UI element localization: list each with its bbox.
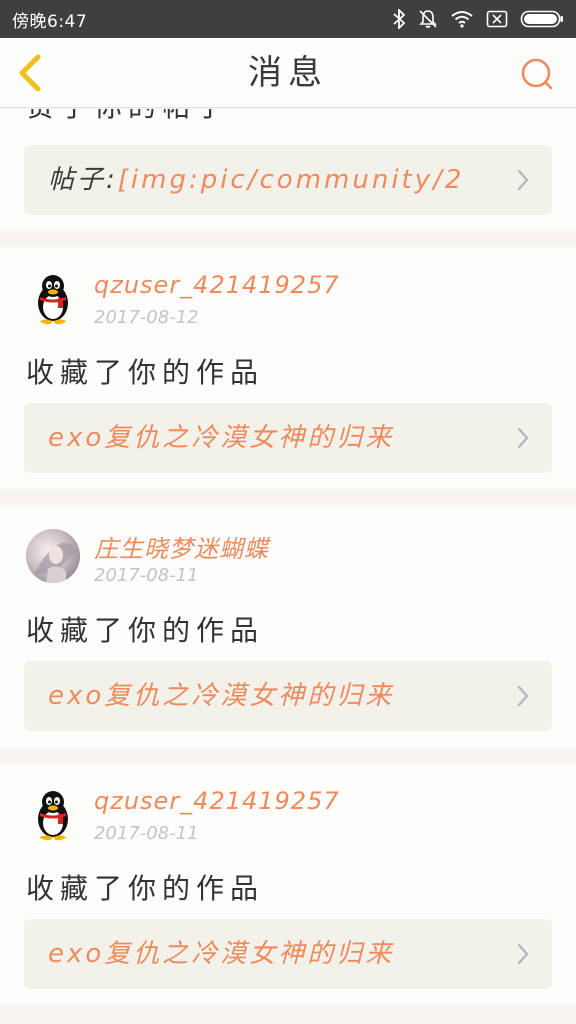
notification-date: 2017-08-11: [94, 823, 199, 844]
battery-icon: [520, 10, 563, 28]
post-link-text: 帖子:[img:pic/community/2: [48, 145, 464, 215]
status-bar: 傍晚6:47: [0, 0, 576, 38]
username[interactable]: qzuser_421419257: [94, 787, 340, 815]
status-time: 傍晚6:47: [12, 11, 88, 32]
chevron-right-icon: [517, 943, 529, 965]
mute-icon: [419, 10, 437, 28]
notification-action: 赞了你的帖子: [26, 109, 230, 125]
username[interactable]: 庄生晓梦迷蝴蝶: [94, 529, 269, 564]
photo-avatar: [26, 529, 80, 583]
work-link[interactable]: exo复仇之冷漠女神的归来: [24, 919, 552, 989]
avatar[interactable]: [26, 529, 80, 583]
username[interactable]: qzuser_421419257: [94, 271, 340, 299]
notification-card: 庄生晓梦迷蝴蝶 2017-08-11 收藏了你的作品 exo复仇之冷漠女神的归来: [0, 505, 576, 747]
notification-card: qzuser_421419257 2017-08-12 收藏了你的作品 exo复…: [0, 247, 576, 489]
work-link-text: exo复仇之冷漠女神的归来: [48, 939, 395, 969]
avatar[interactable]: [26, 787, 80, 841]
qq-penguin-avatar: [26, 271, 80, 325]
page-title: 消息: [248, 53, 328, 93]
notification-date: 2017-08-11: [94, 565, 199, 586]
notification-card: 赞了你的帖子 帖子:[img:pic/community/2: [0, 109, 576, 231]
notification-action: 收藏了你的作品: [26, 614, 265, 647]
work-link-text: exo复仇之冷漠女神的归来: [48, 423, 395, 453]
notification-card: qzuser_421419257 2017-08-11 收藏了你的作品 exo复…: [0, 763, 576, 1005]
notification-action: 收藏了你的作品: [26, 872, 265, 905]
search-button[interactable]: [520, 57, 554, 91]
qq-penguin-avatar: [26, 787, 80, 841]
notification-action: 收藏了你的作品: [26, 356, 265, 389]
post-link-value: [img:pic/community/2: [117, 165, 465, 195]
status-icons: [392, 9, 564, 29]
search-icon: [521, 58, 553, 90]
work-link[interactable]: exo复仇之冷漠女神的归来: [24, 403, 552, 473]
message-list[interactable]: 赞了你的帖子 帖子:[img:pic/community/2: [0, 109, 576, 1024]
bluetooth-icon: [393, 9, 406, 29]
post-link[interactable]: 帖子:[img:pic/community/2: [24, 145, 552, 215]
sim-icon: [486, 10, 508, 28]
wifi-icon: [451, 11, 473, 28]
chevron-right-icon: [517, 427, 529, 449]
header-bar: 消息: [0, 38, 576, 108]
chevron-right-icon: [517, 685, 529, 707]
work-link-text: exo复仇之冷漠女神的归来: [48, 681, 395, 711]
chevron-right-icon: [517, 169, 529, 191]
avatar[interactable]: [26, 271, 80, 325]
work-link[interactable]: exo复仇之冷漠女神的归来: [24, 661, 552, 731]
notification-date: 2017-08-12: [94, 307, 199, 328]
post-link-label: 帖子:: [48, 165, 118, 195]
